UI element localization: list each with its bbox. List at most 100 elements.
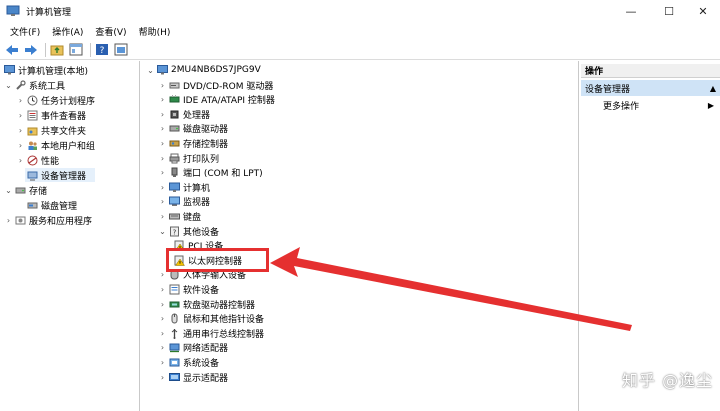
chevron-right-icon[interactable]: ›	[158, 211, 167, 221]
collapse-up-icon[interactable]: ▲	[710, 84, 716, 93]
device-category-item[interactable]: › 显示适配器	[158, 370, 228, 384]
chevron-right-icon[interactable]: ›	[16, 125, 25, 135]
computer-icon	[169, 182, 180, 193]
actions-pane: 操作 设备管理器 ▲ 更多操作 ▶	[581, 61, 720, 411]
tools-icon	[15, 79, 26, 91]
disk-management-icon	[27, 200, 38, 211]
chevron-right-icon[interactable]: ›	[158, 109, 167, 119]
device-label: 计算机	[183, 183, 211, 194]
chevron-right-icon[interactable]: ›	[16, 110, 25, 120]
menu-help[interactable]: 帮助(H)	[133, 25, 177, 38]
device-category-item[interactable]: › 软盘驱动器控制器	[158, 297, 255, 311]
minimize-button[interactable]: —	[612, 0, 650, 22]
menu-bar: 文件(F) 操作(A) 查看(V) 帮助(H)	[0, 22, 720, 40]
chevron-right-icon[interactable]: ›	[158, 372, 167, 382]
chevron-right-icon[interactable]: ›	[16, 140, 25, 150]
device-category-item[interactable]: › 鼠标和其他指针设备	[158, 312, 264, 326]
device-category-item[interactable]: › DVD/CD-ROM 驱动器	[158, 78, 273, 92]
menu-action[interactable]: 操作(A)	[46, 25, 89, 38]
system-device-icon	[169, 357, 180, 368]
close-button[interactable]: ✕	[684, 0, 720, 22]
computer-name-label: 2MU4NB6DS7JPG9V	[171, 65, 261, 75]
chevron-right-icon[interactable]: ›	[158, 314, 167, 324]
toolbar-separator	[45, 42, 46, 57]
device-category-item[interactable]: › 监视器	[158, 195, 210, 209]
usb-icon	[169, 328, 180, 339]
users-icon	[27, 140, 38, 151]
more-actions-item[interactable]: 更多操作 ▶	[581, 98, 720, 112]
device-category-item[interactable]: › 软件设备	[158, 282, 219, 296]
computer-management-icon	[6, 5, 20, 17]
expand-right-icon[interactable]: ▶	[708, 101, 714, 110]
device-category-item[interactable]: ⌄? 其他设备	[158, 224, 219, 238]
device-category-item[interactable]: › 键盘	[158, 209, 201, 223]
chevron-right-icon[interactable]: ›	[16, 155, 25, 165]
tree-item-task-scheduler[interactable]: › 任务计划程序	[16, 93, 95, 107]
shared-folder-icon	[27, 125, 38, 136]
tree-item-event-viewer[interactable]: › 事件查看器	[16, 108, 86, 122]
device-category-item[interactable]: › IDE ATA/ATAPI 控制器	[158, 93, 275, 107]
printer-icon	[169, 153, 180, 164]
chevron-right-icon[interactable]: ›	[158, 299, 167, 309]
actions-header: 操作	[581, 64, 720, 78]
device-tree-root[interactable]: ⌄ 2MU4NB6DS7JPG9V	[146, 63, 261, 77]
tree-item-root[interactable]: 计算机管理(本地)	[2, 63, 88, 77]
up-folder-icon[interactable]	[49, 42, 65, 58]
chevron-down-icon[interactable]: ⌄	[4, 185, 13, 195]
chevron-right-icon[interactable]: ›	[158, 80, 167, 90]
chevron-right-icon[interactable]: ›	[158, 357, 167, 367]
chevron-right-icon[interactable]: ›	[158, 182, 167, 192]
device-category-item[interactable]: › 网络适配器	[158, 341, 228, 355]
chevron-right-icon[interactable]: ›	[158, 168, 167, 178]
chevron-right-icon[interactable]: ›	[16, 95, 25, 105]
chevron-right-icon[interactable]: ›	[158, 197, 167, 207]
tree-item-storage[interactable]: ⌄ 存储	[4, 183, 47, 197]
chevron-down-icon[interactable]: ⌄	[158, 226, 167, 236]
chevron-down-icon[interactable]: ⌄	[146, 65, 155, 75]
chevron-right-icon[interactable]: ›	[158, 328, 167, 338]
back-icon[interactable]	[4, 42, 20, 58]
tree-item-device-manager[interactable]: 设备管理器	[25, 168, 95, 182]
device-category-item[interactable]: › 存储控制器	[158, 136, 228, 150]
tree-label: 性能	[41, 156, 60, 167]
forward-icon[interactable]	[23, 42, 39, 58]
show-hide-tree-icon[interactable]	[68, 42, 84, 58]
device-category-item[interactable]: › 端口 (COM 和 LPT)	[158, 166, 263, 180]
keyboard-icon	[169, 211, 180, 222]
chevron-down-icon[interactable]: ⌄	[4, 80, 13, 90]
chevron-right-icon[interactable]: ›	[158, 124, 167, 134]
tree-item-local-users[interactable]: › 本地用户和组	[16, 138, 95, 152]
network-adapter-icon	[169, 342, 180, 353]
chevron-right-icon[interactable]: ›	[158, 138, 167, 148]
help-icon[interactable]: ?	[94, 42, 110, 58]
chevron-right-icon[interactable]: ›	[4, 215, 13, 225]
dvd-drive-icon	[169, 80, 180, 91]
toolbar-separator	[90, 42, 91, 57]
console-tree-pane: 计算机管理(本地) ⌄ 系统工具 › 任务计划程序 › 事件查看器 › 共享文件…	[0, 61, 140, 411]
tree-item-shared-folders[interactable]: › 共享文件夹	[16, 123, 86, 137]
tree-item-performance[interactable]: › 性能	[16, 153, 59, 167]
chevron-right-icon[interactable]: ›	[158, 343, 167, 353]
chevron-right-icon[interactable]: ›	[158, 95, 167, 105]
tree-item-disk-management[interactable]: 磁盘管理	[25, 198, 77, 212]
clock-icon	[27, 95, 38, 106]
device-category-item[interactable]: › 系统设备	[158, 355, 219, 369]
maximize-button[interactable]: ☐	[650, 0, 688, 22]
ide-controller-icon	[169, 94, 180, 105]
device-label: 端口 (COM 和 LPT)	[183, 169, 263, 180]
device-category-item[interactable]: › 打印队列	[158, 151, 219, 165]
properties-icon[interactable]	[113, 42, 129, 58]
device-category-item[interactable]: › 计算机	[158, 180, 210, 194]
menu-file[interactable]: 文件(F)	[4, 25, 46, 38]
device-category-item[interactable]: › 处理器	[158, 107, 210, 121]
device-category-item[interactable]: › 磁盘驱动器	[158, 122, 228, 136]
computer-icon	[157, 65, 168, 76]
tree-item-services-apps[interactable]: › 服务和应用程序	[4, 213, 92, 227]
chevron-right-icon[interactable]: ›	[158, 284, 167, 294]
tree-item-system-tools[interactable]: ⌄ 系统工具	[4, 78, 65, 92]
menu-view[interactable]: 查看(V)	[89, 25, 132, 38]
device-category-item[interactable]: › 通用串行总线控制器	[158, 326, 264, 340]
actions-section-device-manager[interactable]: 设备管理器 ▲	[581, 80, 720, 96]
chevron-right-icon[interactable]: ›	[158, 153, 167, 163]
svg-text:?: ?	[173, 228, 177, 236]
